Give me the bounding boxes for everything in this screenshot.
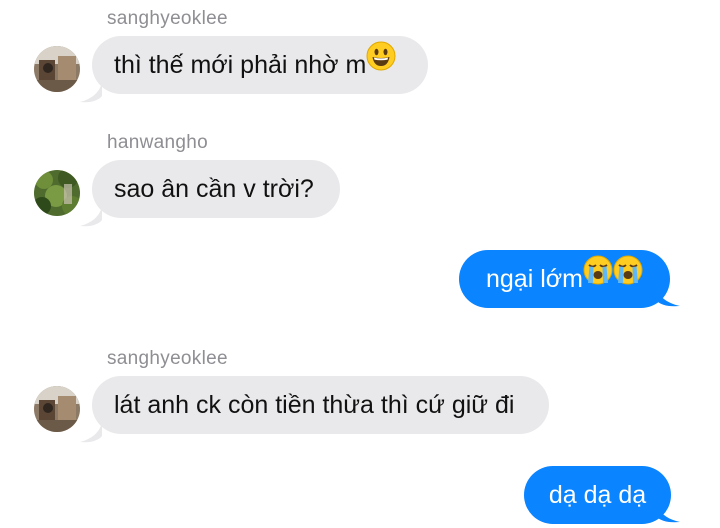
bubble-tail [80, 82, 102, 103]
message-text: dạ dạ dạ [548, 481, 647, 509]
bubble-tail [80, 422, 102, 443]
avatar[interactable] [34, 386, 80, 432]
message-bubble[interactable]: dạ dạ dạ [524, 466, 671, 524]
message-bubble[interactable]: sao ân cần v trời? [92, 160, 340, 218]
loudly-crying-face-icon [583, 248, 613, 306]
message-bubble[interactable]: thì thế mới phải nhờ m [92, 36, 428, 94]
avatar[interactable] [34, 46, 80, 92]
message-bubble[interactable]: ngại lớm [459, 250, 670, 308]
message-text: lát anh ck còn tiền thừa thì cứ giữ đi [114, 391, 515, 419]
message-bubble[interactable]: lát anh ck còn tiền thừa thì cứ giữ đi [92, 376, 549, 434]
bubble-tail [80, 206, 102, 227]
message-text: ngại lớm [486, 265, 583, 293]
message-text: thì thế mới phải nhờ m [114, 51, 367, 79]
loudly-crying-face-icon [613, 248, 643, 306]
message-text: sao ân cần v trời? [114, 175, 314, 203]
sender-name: hanwangho [107, 132, 208, 153]
sender-name: sanghyeoklee [107, 8, 228, 29]
sender-name: sanghyeoklee [107, 348, 228, 369]
avatar[interactable] [34, 170, 80, 216]
grinning-face-icon [366, 34, 396, 92]
